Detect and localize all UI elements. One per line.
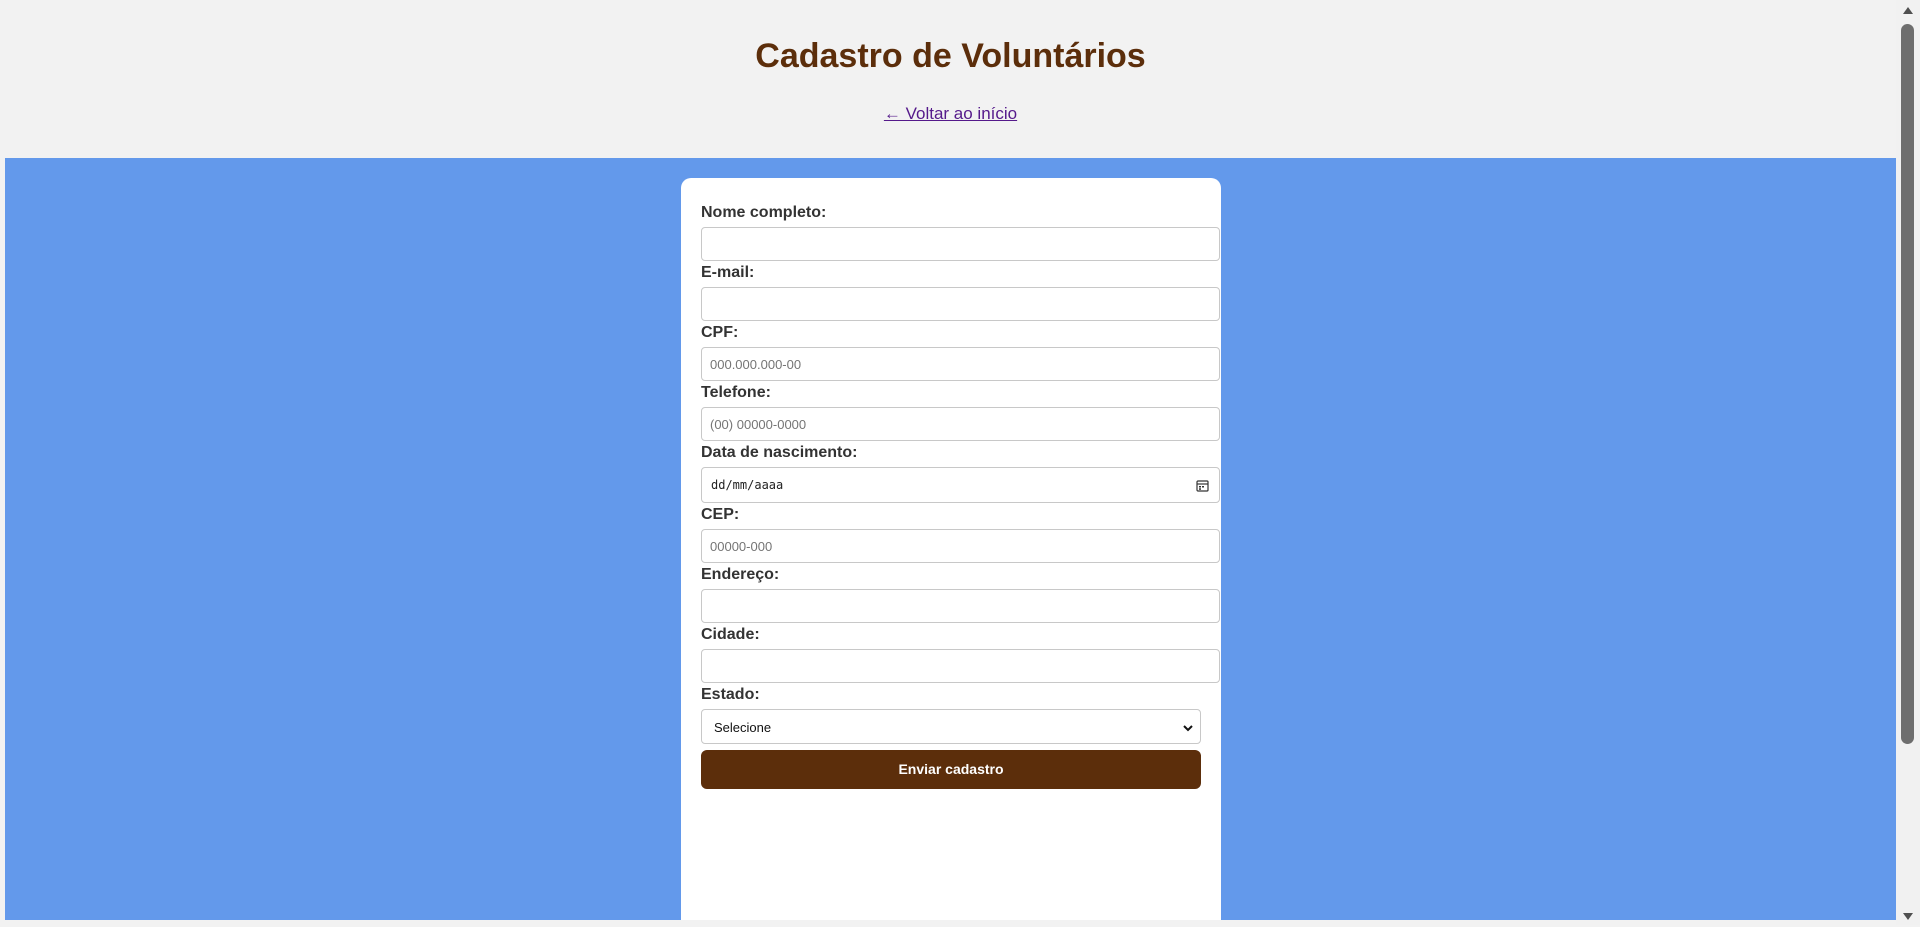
- telefone-label: Telefone:: [701, 384, 771, 401]
- cep-input[interactable]: [701, 529, 1220, 563]
- back-link-container: ← Voltar ao início: [5, 104, 1896, 124]
- telefone-input[interactable]: [701, 407, 1220, 441]
- cep-label: CEP:: [701, 506, 740, 523]
- left-frame-border: [0, 0, 5, 925]
- nome-input[interactable]: [701, 227, 1220, 261]
- cidade-label: Cidade:: [701, 626, 760, 643]
- volunteer-form: Nome completo: E-mail: CPF: Telefone: Da…: [681, 178, 1221, 925]
- scroll-up-arrow-icon[interactable]: [1902, 4, 1914, 16]
- estado-selected-value: Selecione: [714, 720, 772, 735]
- cpf-label: CPF:: [701, 324, 739, 341]
- nascimento-label: Data de nascimento:: [701, 444, 858, 461]
- endereco-label: Endereço:: [701, 566, 780, 583]
- calendar-icon[interactable]: [1196, 479, 1209, 492]
- bottom-frame-border: [0, 920, 1896, 925]
- cpf-input[interactable]: [701, 347, 1220, 381]
- page-header: Cadastro de Voluntários ← Voltar ao iníc…: [5, 0, 1896, 158]
- page: Cadastro de Voluntários ← Voltar ao iníc…: [5, 0, 1896, 925]
- nascimento-date-input[interactable]: dd/mm/aaaa: [701, 467, 1220, 503]
- nome-label: Nome completo:: [701, 204, 827, 221]
- vertical-scrollbar[interactable]: [1896, 0, 1920, 925]
- endereco-input[interactable]: [701, 589, 1220, 623]
- submit-button[interactable]: Enviar cadastro: [701, 750, 1201, 789]
- chevron-down-icon: [1182, 721, 1194, 733]
- page-title: Cadastro de Voluntários: [755, 37, 1146, 75]
- cidade-input[interactable]: [701, 649, 1220, 683]
- scrollbar-thumb[interactable]: [1901, 24, 1914, 744]
- email-label: E-mail:: [701, 264, 755, 281]
- date-placeholder: dd/mm/aaaa: [711, 478, 784, 492]
- estado-select[interactable]: Selecione: [701, 709, 1201, 744]
- scroll-down-arrow-icon[interactable]: [1902, 909, 1914, 921]
- back-to-home-link[interactable]: ← Voltar ao início: [884, 104, 1017, 123]
- email-input[interactable]: [701, 287, 1220, 321]
- estado-label: Estado:: [701, 686, 760, 703]
- main-area: Nome completo: E-mail: CPF: Telefone: Da…: [5, 158, 1896, 925]
